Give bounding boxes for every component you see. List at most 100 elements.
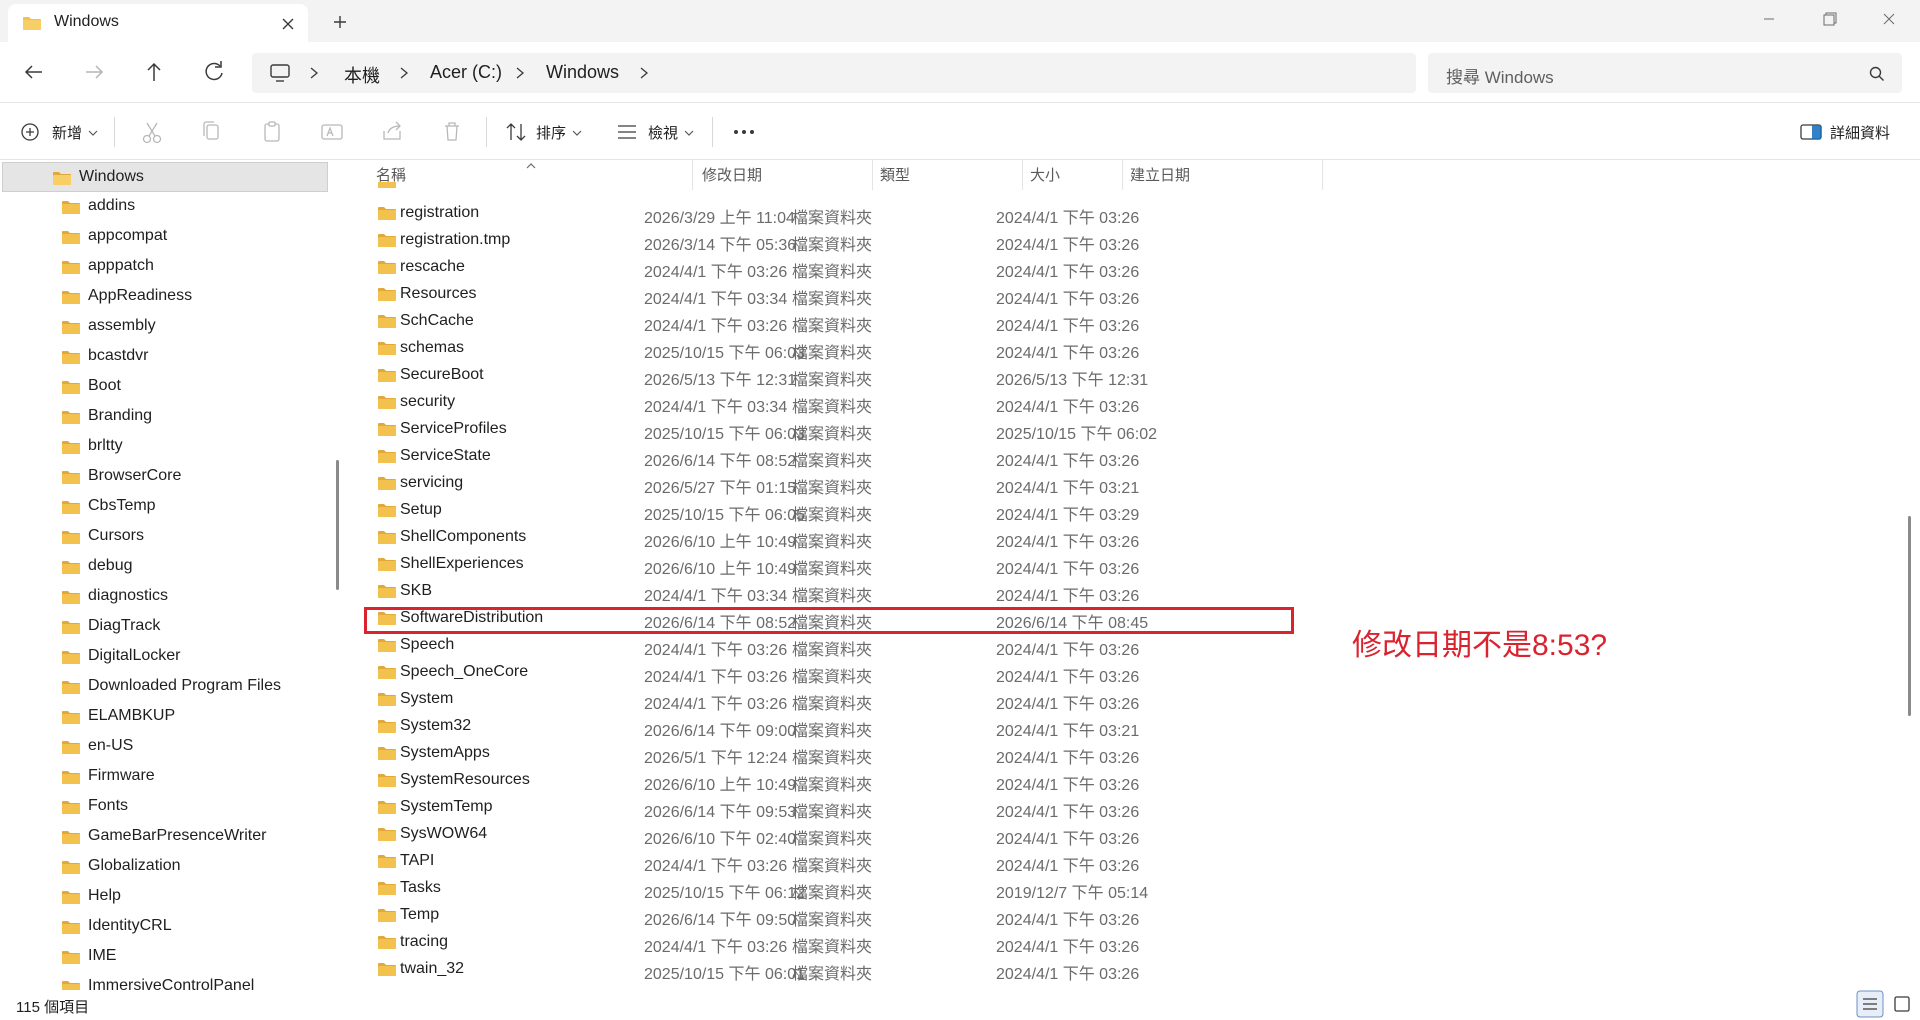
- tree-item[interactable]: ImmersiveControlPanel: [0, 972, 330, 990]
- file-modified: 2026/3/14 下午 05:36: [644, 237, 797, 254]
- details-pane-button[interactable]: 詳細資料: [1796, 115, 1896, 149]
- file-row[interactable]: ServiceProfiles 2025/10/15 下午 06:03 檔案資料夾 2…: [356, 416, 1668, 443]
- new-button[interactable]: 新增: [14, 115, 100, 149]
- delete-icon[interactable]: [438, 115, 466, 149]
- breadcrumb-drive-c[interactable]: Acer (C:): [430, 62, 502, 83]
- file-row[interactable]: Temp 2026/6/14 下午 09:50 檔案資料夾 2024/4/1 下午 0…: [356, 902, 1668, 929]
- tree-item[interactable]: assembly: [0, 312, 330, 342]
- file-row[interactable]: security 2024/4/1 下午 03:34 檔案資料夾 2024/4/1 下…: [356, 389, 1668, 416]
- file-row[interactable]: SystemApps 2026/5/1 下午 12:24 檔案資料夾 2024/4/1…: [356, 740, 1668, 767]
- file-row[interactable]: System 2024/4/1 下午 03:26 檔案資料夾 2024/4/1 下午 …: [356, 686, 1668, 713]
- view-button[interactable]: 檢視: [614, 115, 700, 149]
- copy-icon[interactable]: [198, 115, 226, 149]
- restore-icon[interactable]: [1806, 0, 1852, 38]
- file-list-scrollbar[interactable]: [1908, 516, 1911, 716]
- search-box[interactable]: 搜尋 Windows: [1428, 53, 1902, 93]
- chevron-right-icon[interactable]: [514, 66, 526, 80]
- tree-item[interactable]: apppatch: [0, 252, 330, 282]
- tree-item[interactable]: BrowserCore: [0, 462, 330, 492]
- breadcrumb-this-pc[interactable]: 本機: [344, 62, 380, 88]
- file-row[interactable]: registration.tmp 2026/3/14 下午 05:36 檔案資料夾 2…: [356, 227, 1668, 254]
- file-row[interactable]: tracing 2024/4/1 下午 03:26 檔案資料夾 2024/4/1 下午…: [356, 929, 1668, 956]
- forward-arrow-icon[interactable]: [74, 54, 114, 90]
- tree-item[interactable]: Help: [0, 882, 330, 912]
- tab-windows[interactable]: Windows: [8, 4, 308, 42]
- tree-item[interactable]: bcastdvr: [0, 342, 330, 372]
- minimize-icon[interactable]: [1746, 0, 1792, 38]
- tree-item[interactable]: Cursors: [0, 522, 330, 552]
- tree-item[interactable]: diagnostics: [0, 582, 330, 612]
- file-row[interactable]: TAPI 2024/4/1 下午 03:26 檔案資料夾 2024/4/1 下午 03…: [356, 848, 1668, 875]
- chevron-right-icon[interactable]: [308, 66, 320, 80]
- file-row[interactable]: twain_32 2025/10/15 下午 06:01 檔案資料夾 2024/4/1…: [356, 956, 1668, 983]
- file-row[interactable]: Setup 2025/10/15 下午 06:05 檔案資料夾 2024/4/1 下午…: [356, 497, 1668, 524]
- paste-icon[interactable]: [258, 115, 286, 149]
- computer-icon[interactable]: [268, 62, 292, 84]
- tree-item[interactable]: Firmware: [0, 762, 330, 792]
- file-row[interactable]: Tasks 2025/10/15 下午 06:12 檔案資料夾 2019/12/7 下…: [356, 875, 1668, 902]
- search-icon[interactable]: [1868, 65, 1886, 83]
- file-row[interactable]: SysWOW64 2026/6/10 下午 02:40 檔案資料夾 2024/4/1 …: [356, 821, 1668, 848]
- tree-item[interactable]: DiagTrack: [0, 612, 330, 642]
- close-tab-icon[interactable]: [276, 12, 300, 36]
- tree-item[interactable]: CbsTemp: [0, 492, 330, 522]
- back-arrow-icon[interactable]: [14, 54, 54, 90]
- file-row[interactable]: SecureBoot 2026/5/13 下午 12:31 檔案資料夾 2026/5/…: [356, 362, 1668, 389]
- file-created: 2024/4/1 下午 03:26: [996, 399, 1140, 416]
- new-tab-icon[interactable]: [326, 10, 354, 34]
- chevron-right-icon[interactable]: [398, 66, 410, 80]
- file-name: ServiceProfiles: [400, 420, 507, 437]
- tree-item[interactable]: Downloaded Program Files: [0, 672, 330, 702]
- file-modified: 2024/4/1 下午 03:26: [644, 939, 788, 956]
- tree-item[interactable]: AppReadiness: [0, 282, 330, 312]
- tree-item[interactable]: Fonts: [0, 792, 330, 822]
- share-icon[interactable]: [378, 115, 406, 149]
- tree-item[interactable]: DigitalLocker: [0, 642, 330, 672]
- up-arrow-icon[interactable]: [134, 54, 174, 90]
- file-created: 2024/4/1 下午 03:26: [996, 345, 1140, 362]
- file-row[interactable]: SchCache 2024/4/1 下午 03:26 檔案資料夾 2024/4/1 下…: [356, 308, 1668, 335]
- file-created: 2024/4/1 下午 03:21: [996, 723, 1140, 740]
- file-row[interactable]: ServiceState 2026/6/14 下午 08:52 檔案資料夾 2024/…: [356, 443, 1668, 470]
- file-name: Temp: [400, 906, 440, 923]
- file-row[interactable]: SystemTemp 2026/6/14 下午 09:53 檔案資料夾 2024/4/…: [356, 794, 1668, 821]
- rename-icon[interactable]: [318, 115, 346, 149]
- refresh-icon[interactable]: [194, 54, 234, 90]
- chevron-right-icon[interactable]: [638, 66, 650, 80]
- tiles-view-icon[interactable]: [1888, 990, 1916, 1018]
- tree-item[interactable]: IME: [0, 942, 330, 972]
- file-row[interactable]: schemas 2025/10/15 下午 06:03 檔案資料夾 2024/4/1 …: [356, 335, 1668, 362]
- tree-item[interactable]: debug: [0, 552, 330, 582]
- file-row[interactable]: rescache 2024/4/1 下午 03:26 檔案資料夾 2024/4/1 下…: [356, 254, 1668, 281]
- tree-item[interactable]: ELAMBKUP: [0, 702, 330, 732]
- file-row[interactable]: SKB 2024/4/1 下午 03:34 檔案資料夾 2024/4/1 下午 03:…: [356, 578, 1668, 605]
- folder-icon: [378, 531, 396, 544]
- file-row[interactable]: ShellExperiences 2026/6/10 上午 10:49 檔案資料夾 2…: [356, 551, 1668, 578]
- file-row[interactable]: ShellComponents 2026/6/10 上午 10:49 檔案資料夾 20…: [356, 524, 1668, 551]
- address-bar[interactable]: 本機 Acer (C:) Windows: [252, 53, 1416, 93]
- window-close-icon[interactable]: [1866, 0, 1912, 38]
- sort-button[interactable]: 排序: [502, 115, 588, 149]
- tree-item[interactable]: brltty: [0, 432, 330, 462]
- tree-item[interactable]: appcompat: [0, 222, 330, 252]
- tree-item[interactable]: Boot: [0, 372, 330, 402]
- file-row[interactable]: registration 2026/3/29 上午 11:04 檔案資料夾 2024/…: [356, 200, 1668, 227]
- tree-item[interactable]: IdentityCRL: [0, 912, 330, 942]
- breadcrumb-windows[interactable]: Windows: [546, 62, 619, 83]
- file-row[interactable]: servicing 2026/5/27 下午 01:15 檔案資料夾 2024/4/1…: [356, 470, 1668, 497]
- file-row[interactable]: SystemResources 2026/6/10 上午 10:49 檔案資料夾 20…: [356, 767, 1668, 794]
- tree-item[interactable]: en-US: [0, 732, 330, 762]
- details-view-icon[interactable]: [1856, 990, 1884, 1018]
- cut-icon[interactable]: [138, 115, 166, 149]
- tree-item[interactable]: addins: [0, 192, 330, 222]
- file-row[interactable]: Resources 2024/4/1 下午 03:34 檔案資料夾 2024/4/1 …: [356, 281, 1668, 308]
- tree-item[interactable]: Branding: [0, 402, 330, 432]
- more-options-icon[interactable]: [728, 115, 760, 149]
- tree-item[interactable]: Globalization: [0, 852, 330, 882]
- folder-icon: [378, 747, 396, 760]
- file-row[interactable]: System32 2026/6/14 下午 09:00 檔案資料夾 2024/4/1 …: [356, 713, 1668, 740]
- tree-item-windows[interactable]: Windows: [2, 162, 328, 192]
- file-modified: 2026/5/27 下午 01:15: [644, 480, 797, 497]
- nav-scrollbar[interactable]: [336, 460, 339, 590]
- tree-item[interactable]: GameBarPresenceWriter: [0, 822, 330, 852]
